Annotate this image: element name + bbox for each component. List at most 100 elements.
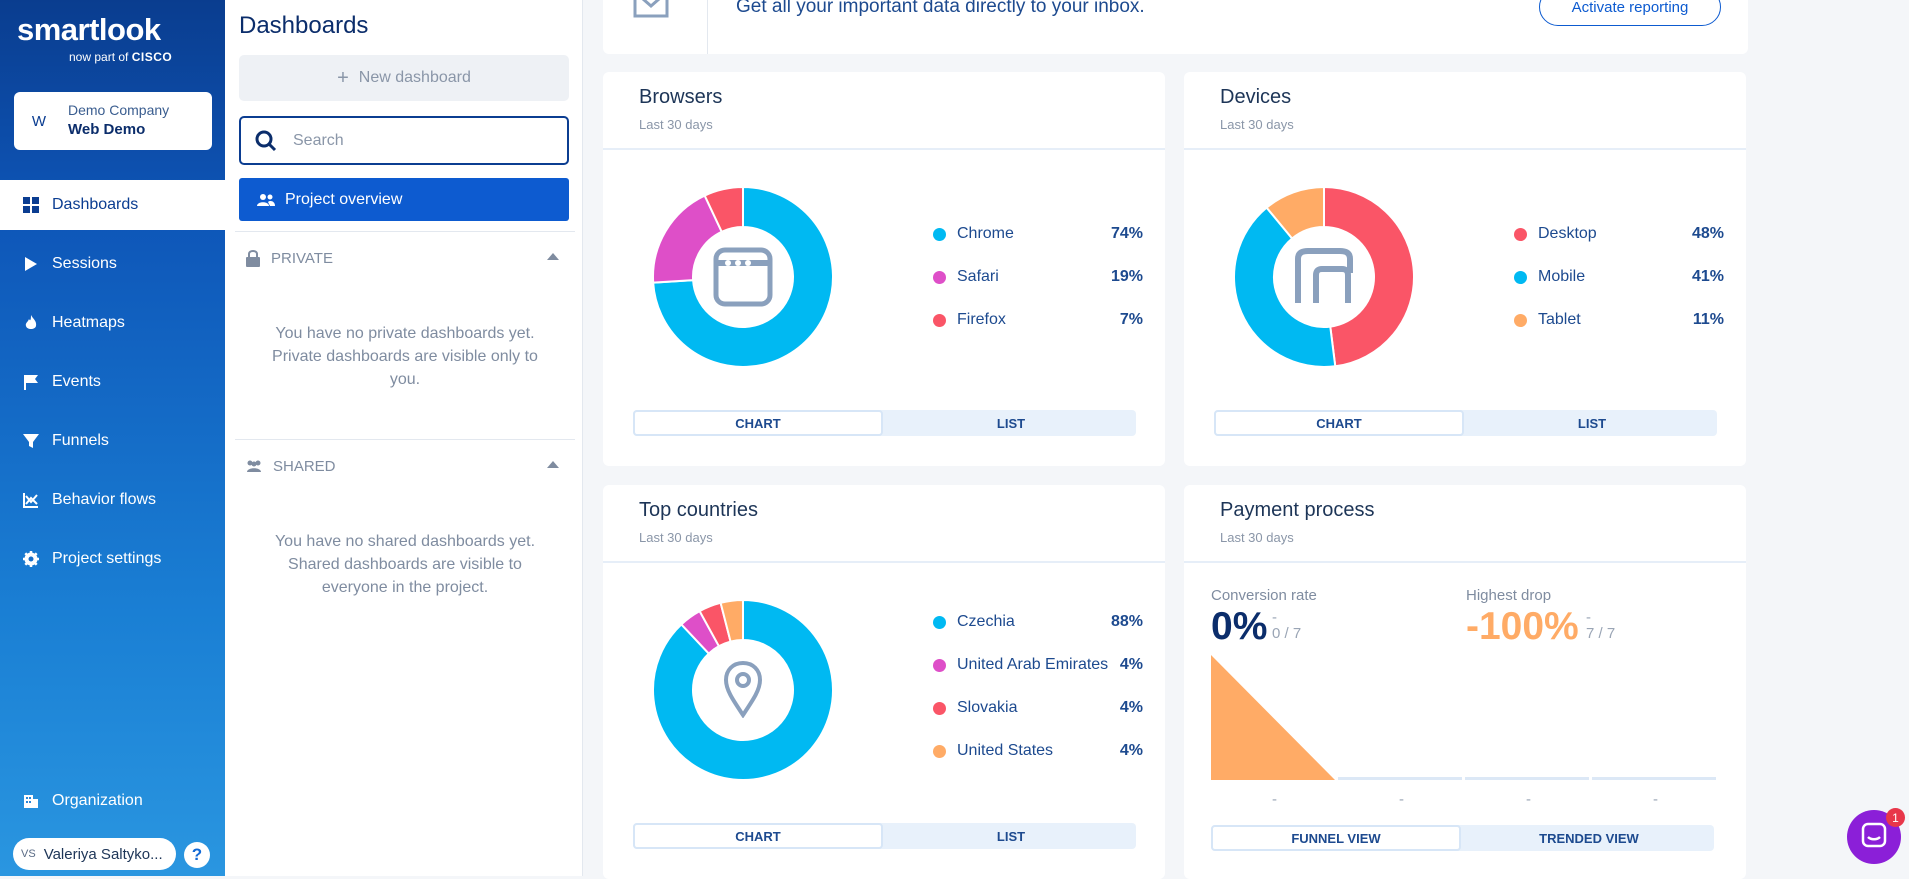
nav-label: Heatmaps <box>52 314 125 331</box>
funnel-step-bar <box>1465 777 1589 780</box>
tab-chart[interactable]: CHART <box>633 823 883 849</box>
view-toggle: CHART LIST <box>633 410 1136 436</box>
funnel-icon <box>22 432 40 450</box>
smartlook-logo[interactable]: smartlook now part of CISCO <box>17 12 187 67</box>
legend-label: Safari <box>957 268 999 285</box>
tab-list[interactable]: LIST <box>886 410 1136 436</box>
notification-badge: 1 <box>1886 808 1905 827</box>
divider <box>235 439 575 440</box>
divider <box>603 148 1165 150</box>
logo-brand: smartlook <box>17 12 161 47</box>
main-sidebar: smartlook now part of CISCO W Demo Compa… <box>0 0 225 876</box>
new-dashboard-button[interactable]: + New dashboard <box>239 55 569 101</box>
legend-item: United Arab Emirates 4% <box>933 653 1143 677</box>
device-icon <box>1292 245 1356 314</box>
legend-label: Firefox <box>957 311 1006 328</box>
nav-item-sessions[interactable]: Sessions <box>0 239 225 289</box>
divider <box>707 0 708 54</box>
legend-label: United States <box>957 742 1054 759</box>
new-dashboard-label: New dashboard <box>358 69 471 86</box>
card-subtitle: Last 30 days <box>1220 117 1294 132</box>
legend-item: Chrome 74% <box>933 222 1143 246</box>
shared-label: SHARED <box>273 457 336 475</box>
legend-dot <box>933 615 946 629</box>
private-label: PRIVATE <box>271 249 333 267</box>
users-icon <box>245 459 263 473</box>
funnel-step-bar <box>1592 777 1716 780</box>
legend-pct: 41% <box>1691 268 1724 285</box>
nav-item-behavior-flows[interactable]: Behavior flows <box>0 475 225 525</box>
legend-item: Slovakia 4% <box>933 696 1143 720</box>
activate-reporting-button[interactable]: Activate reporting <box>1539 0 1721 26</box>
help-button[interactable]: ? <box>184 842 210 868</box>
private-section-header[interactable]: PRIVATE <box>239 243 569 273</box>
building-icon <box>22 792 40 810</box>
nav-label: Events <box>52 373 101 390</box>
legend-item: Tablet 11% <box>1514 308 1724 332</box>
user-initials: VS <box>21 848 36 860</box>
legend-pct: 74% <box>1110 225 1143 242</box>
step-label: - <box>1399 791 1404 808</box>
search-icon <box>255 130 277 157</box>
conversion-ratio: 0 / 7 <box>1272 625 1302 642</box>
logo-sub-prefix: now part of <box>69 50 129 64</box>
nav-item-events[interactable]: Events <box>0 357 225 407</box>
user-name: Valeriya Saltyko... <box>43 845 163 863</box>
nav-item-organization[interactable]: Organization <box>0 776 225 826</box>
funnel-step-bar <box>1338 777 1462 780</box>
logo-sub-brand: CISCO <box>131 50 173 64</box>
conversion-dash: - <box>1272 609 1277 626</box>
dashboard-search <box>239 116 569 165</box>
tab-chart[interactable]: CHART <box>1214 410 1464 436</box>
legend-pct: 7% <box>1119 311 1143 328</box>
project-overview-label: Project overview <box>285 190 403 208</box>
funnel-step-bar <box>1211 655 1335 780</box>
chevron-up-icon <box>547 461 559 468</box>
legend-dot <box>933 658 946 672</box>
legend-pct: 11% <box>1692 311 1724 328</box>
legend-label: Slovakia <box>957 699 1018 716</box>
conversion-rate-label: Conversion rate <box>1211 587 1317 604</box>
legend-item: Firefox 7% <box>933 308 1143 332</box>
tab-list[interactable]: LIST <box>1467 410 1717 436</box>
chevron-up-icon <box>547 253 559 260</box>
company-name: Demo Company <box>68 102 170 118</box>
legend-dot <box>1514 270 1527 284</box>
legend-dot <box>933 270 946 284</box>
nav-item-heatmaps[interactable]: Heatmaps <box>0 298 225 348</box>
logo-sub: now part of CISCO <box>69 50 172 64</box>
top-countries-card: Top countries Last 30 days Czechia 88% Un… <box>603 485 1165 879</box>
play-icon <box>22 255 40 273</box>
legend-dot <box>933 313 946 327</box>
legend-item: Desktop 48% <box>1514 222 1724 246</box>
project-switcher[interactable]: W Demo Company Web Demo <box>14 92 212 150</box>
legend-label: Chrome <box>957 225 1014 242</box>
shared-section-header[interactable]: SHARED <box>239 451 569 481</box>
legend-dot <box>933 227 946 241</box>
card-subtitle: Last 30 days <box>639 530 713 545</box>
nav-item-project-settings[interactable]: Project settings <box>0 534 225 584</box>
funnel-chart <box>1211 655 1716 780</box>
legend-pct: 4% <box>1119 742 1143 759</box>
legend-item: Safari 19% <box>933 265 1143 289</box>
company-avatar: W <box>31 112 47 130</box>
tab-trended-view[interactable]: TRENDED VIEW <box>1464 825 1714 851</box>
project-overview-item[interactable]: Project overview <box>239 178 569 221</box>
legend-dot <box>933 701 946 715</box>
user-menu[interactable]: VS Valeriya Saltyko... <box>13 838 176 870</box>
divider <box>1184 148 1746 150</box>
tab-list[interactable]: LIST <box>886 823 1136 849</box>
nav-label: Behavior flows <box>52 491 157 508</box>
highest-drop-value: -100% <box>1466 605 1579 648</box>
tab-chart[interactable]: CHART <box>633 410 883 436</box>
tab-funnel-view[interactable]: FUNNEL VIEW <box>1211 825 1461 851</box>
flag-icon <box>22 373 40 391</box>
nav-item-dashboards[interactable]: Dashboards <box>0 180 225 230</box>
search-input[interactable] <box>293 128 553 154</box>
step-label: - <box>1653 791 1658 808</box>
card-title: Devices <box>1220 86 1292 108</box>
nav-item-funnels[interactable]: Funnels <box>0 416 225 466</box>
chat-icon <box>1861 822 1887 853</box>
lock-icon <box>245 249 261 267</box>
legend-dot <box>1514 227 1527 241</box>
